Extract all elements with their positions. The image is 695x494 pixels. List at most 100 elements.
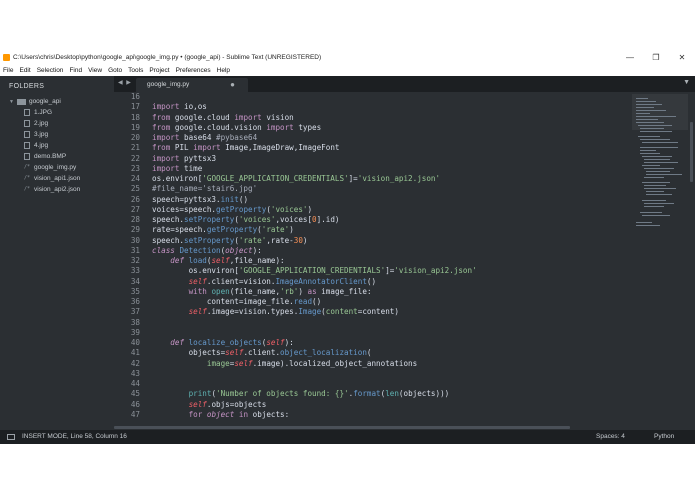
menu-edit[interactable]: Edit: [16, 67, 33, 74]
menu-selection[interactable]: Selection: [34, 67, 67, 74]
menu-tools[interactable]: Tools: [125, 67, 146, 74]
sidebar-file-1-jpg[interactable]: 1.JPG: [0, 107, 114, 118]
code-file-icon: /*: [24, 186, 31, 192]
line-number: 46: [130, 399, 140, 409]
code-line: os.environ['GOOGLE_APPLICATION_CREDENTIA…: [152, 266, 477, 276]
code-line: import pyttsx3: [152, 153, 217, 163]
sidebar-file-demo-bmp[interactable]: demo.BMP: [0, 151, 114, 162]
expand-triangle-icon[interactable]: ▼: [9, 99, 14, 105]
line-number: 45: [130, 389, 140, 399]
image-file-icon: [24, 142, 30, 149]
code-line: import io,os: [152, 102, 207, 112]
minimap-line: [644, 206, 664, 207]
line-number: 28: [130, 215, 140, 224]
file-label: google_img.py: [34, 164, 77, 171]
maximize-button[interactable]: ❐: [643, 53, 669, 62]
sidebar-file-vision-api1-json[interactable]: /* vision_api1.json: [0, 173, 114, 184]
close-button[interactable]: ✕: [669, 53, 695, 62]
menu-file[interactable]: File: [0, 67, 16, 74]
minimap-line: [642, 182, 670, 183]
minimap-line: [646, 171, 670, 172]
minimap-line: [636, 113, 650, 114]
minimap-line: [640, 131, 672, 132]
folder-google-api[interactable]: ▼ google_api: [0, 96, 114, 107]
sublime-text-window: C:\Users\chris\Desktop\python\google_api…: [0, 50, 695, 444]
minimap-line: [644, 177, 664, 178]
sidebar-file-3-jpg[interactable]: 3.jpg: [0, 129, 114, 140]
line-number: 32: [130, 256, 140, 265]
line-number: 21: [130, 143, 140, 153]
menu-project[interactable]: Project: [146, 67, 172, 74]
line-number: 42: [130, 358, 140, 368]
line-number: 43: [130, 368, 140, 378]
horizontal-scrollbar-thumb[interactable]: [114, 426, 570, 429]
line-number-gutter: 16 17 18 19 20 21 22 23 24 25 26 27 28 2…: [114, 92, 142, 430]
sidebar-file-vision-api2-json[interactable]: /* vision_api2.json: [0, 184, 114, 195]
menu-preferences[interactable]: Preferences: [173, 67, 214, 74]
minimap-line: [636, 98, 648, 99]
vertical-scrollbar-thumb[interactable]: [690, 122, 693, 182]
code-line: from PIL import Image,ImageDraw,ImageFon…: [152, 143, 340, 153]
image-file-icon: [24, 153, 30, 160]
sidebar-file-google-img-py[interactable]: /* google_img.py: [0, 162, 114, 173]
minimap-line: [636, 122, 664, 123]
tab-nav-arrows-icon[interactable]: ◀ ▶: [118, 79, 132, 86]
folder-icon: [16, 98, 26, 105]
tab-bar: ◀ ▶ google_img.py ● ▼: [114, 76, 695, 92]
code-line: def localize_objects(self):: [170, 338, 294, 347]
tab-label: google_img.py: [147, 81, 190, 88]
minimap-line: [642, 200, 666, 201]
minimap-line: [644, 185, 666, 186]
line-number: 19: [130, 122, 140, 132]
minimap[interactable]: [630, 92, 695, 430]
line-number: 29: [130, 225, 140, 235]
code-file-icon: /*: [24, 164, 31, 170]
line-number: 41: [130, 348, 140, 358]
menu-view[interactable]: View: [85, 67, 105, 74]
file-label: demo.BMP: [34, 153, 67, 160]
minimap-line: [644, 168, 674, 169]
syntax-selector[interactable]: Python: [654, 433, 674, 440]
code-editor[interactable]: 16 17 18 19 20 21 22 23 24 25 26 27 28 2…: [114, 92, 630, 430]
indentation-setting[interactable]: Spaces: 4: [596, 433, 625, 440]
menu-bar: File Edit Selection Find View Goto Tools…: [0, 65, 695, 76]
minimap-line: [636, 110, 666, 111]
code-line: speech.setProperty('rate',rate-30): [152, 235, 308, 245]
code-line: class Detection(object):: [152, 245, 262, 255]
code-area[interactable]: import io,os from google.cloud import vi…: [152, 92, 622, 420]
file-label: vision_api2.json: [34, 186, 81, 193]
tab-google-img-py[interactable]: google_img.py ●: [136, 78, 248, 92]
menu-goto[interactable]: Goto: [105, 67, 125, 74]
code-line: def load(self,file_name):: [170, 256, 285, 265]
code-line: from google.cloud import vision: [152, 112, 294, 122]
menu-help[interactable]: Help: [214, 67, 233, 74]
window-title: C:\Users\chris\Desktop\python\google_api…: [13, 54, 322, 61]
code-line: speech.setProperty('voices',voices[0].id…: [152, 215, 340, 224]
line-number: 30: [130, 235, 140, 245]
sidebar-file-2-jpg[interactable]: 2.jpg: [0, 118, 114, 129]
code-line: voices=speech.getProperty('voices'): [152, 204, 313, 214]
line-number: 39: [130, 327, 140, 337]
minimap-line: [636, 222, 652, 223]
line-number: 34: [130, 276, 140, 286]
minimap-line: [642, 142, 678, 143]
line-number: 22: [130, 153, 140, 163]
minimap-line: [636, 104, 662, 105]
code-line: for object in objects:: [188, 409, 290, 419]
folder-label: google_api: [28, 98, 61, 105]
menu-find[interactable]: Find: [66, 67, 85, 74]
code-line: content=image_file.read(): [152, 297, 322, 306]
sidebar-file-4-jpg[interactable]: 4.jpg: [0, 140, 114, 151]
minimap-line: [638, 136, 660, 137]
minimize-button[interactable]: —: [617, 53, 643, 62]
unsaved-dot-icon[interactable]: ●: [230, 80, 235, 89]
panel-toggle-icon[interactable]: [7, 434, 15, 440]
minimap-line: [642, 165, 660, 166]
code-line: print('Number of objects found: {}'.form…: [188, 389, 450, 399]
tab-dropdown-icon[interactable]: ▼: [683, 79, 690, 86]
code-file-icon: /*: [24, 175, 31, 181]
line-number: 47: [130, 409, 140, 419]
